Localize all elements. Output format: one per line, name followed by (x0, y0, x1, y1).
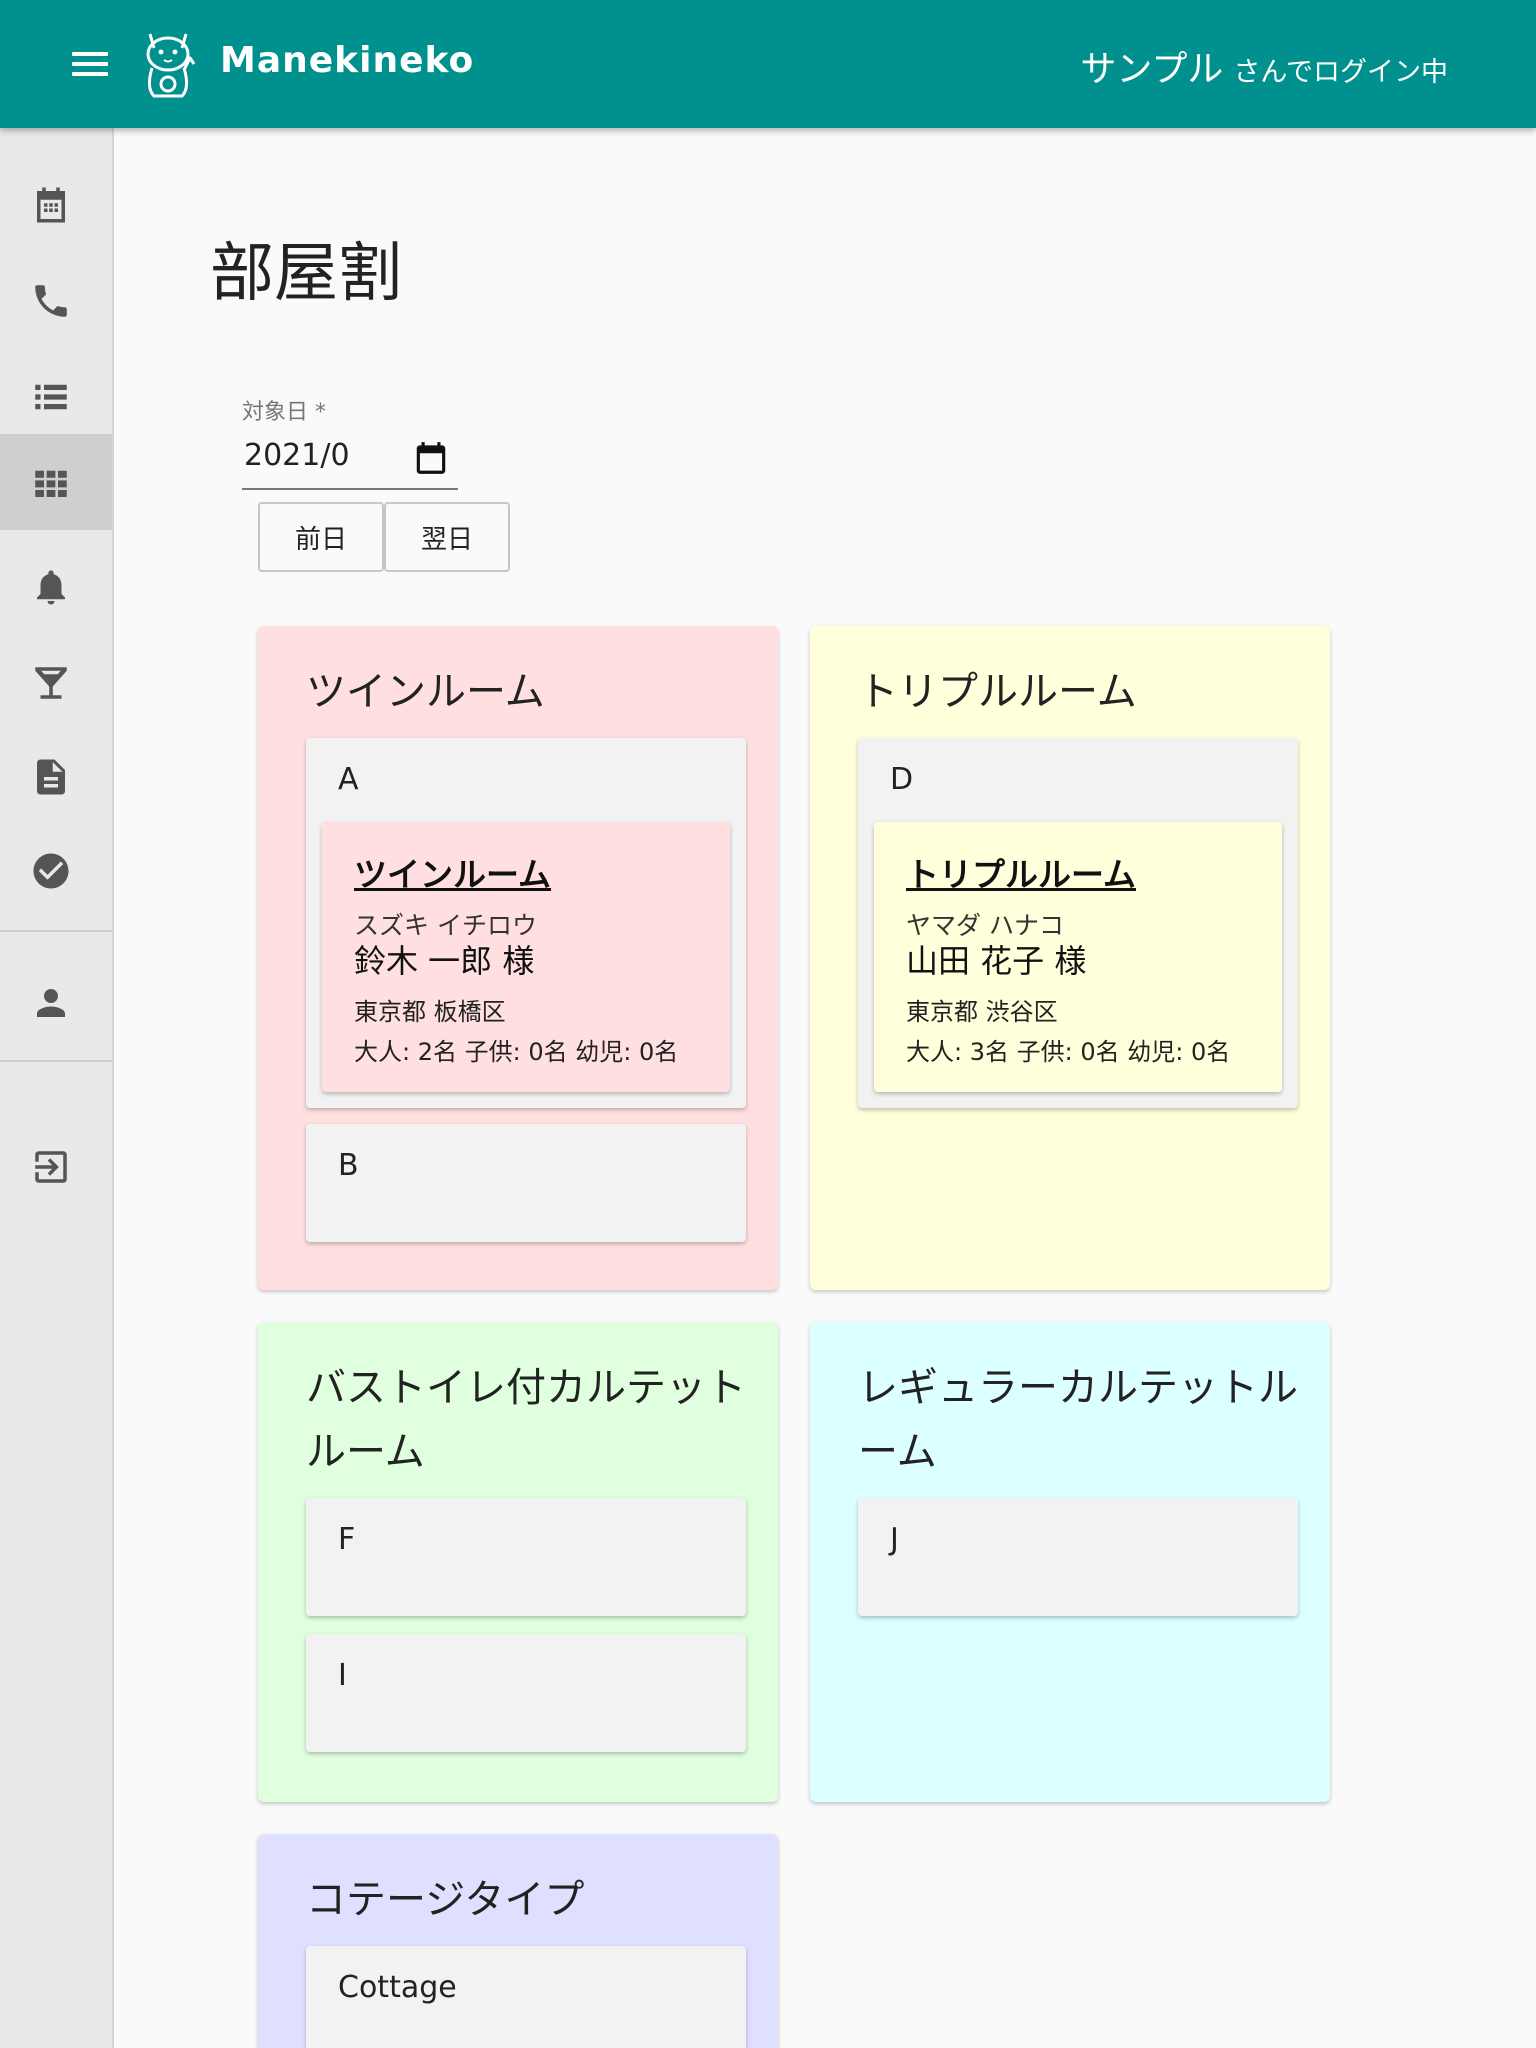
room-card[interactable]: J (858, 1498, 1298, 1616)
sidebar-item-checked[interactable] (0, 822, 112, 918)
room-type-card: バストイレ付カルテットルーム F I (258, 1322, 778, 1802)
room-type-title: コテージタイプ (306, 1877, 585, 1923)
room-card[interactable]: F (306, 1498, 746, 1616)
login-suffix: さんでログイン中 (1233, 57, 1448, 88)
sidebar-item-logout[interactable] (0, 1118, 112, 1214)
bell-icon (37, 570, 65, 605)
booking-plan-link[interactable]: トリプルルーム (906, 848, 1136, 896)
guest-name: 山田 花子 様 (906, 942, 1087, 980)
room-type-card: レギュラーカルテットルーム J (810, 1322, 1330, 1802)
room-label: B (338, 1148, 359, 1183)
maneki-neko-logo-icon (146, 33, 196, 98)
room-label: A (338, 762, 359, 797)
booking-plan-link[interactable]: ツインルーム (354, 848, 551, 896)
booking-card[interactable]: ツインルーム スズキ イチロウ 鈴木 一郎 様 東京都 板橋区 大人: 2名 子… (322, 822, 730, 1092)
calendar-icon (37, 187, 65, 223)
sidebar-item-documents[interactable] (0, 728, 112, 824)
sidebar-item-room-assignment[interactable] (0, 434, 112, 530)
room-label: J (890, 1522, 899, 1557)
date-value: 2021/0 (244, 438, 350, 473)
room-card: D トリプルルーム ヤマダ ハナコ 山田 花子 様 東京都 渋谷区 大人: 3名… (858, 738, 1298, 1108)
sidebar-item-bar[interactable] (0, 634, 112, 730)
room-type-title: トリプルルーム (858, 669, 1137, 715)
person-icon (37, 989, 65, 1017)
sidebar-divider (0, 930, 112, 932)
room-label: I (338, 1658, 347, 1693)
sidebar-item-phone[interactable] (0, 252, 112, 348)
room-label: F (338, 1522, 356, 1557)
user-name: サンプル (1080, 49, 1224, 90)
menu-icon[interactable] (64, 42, 116, 86)
room-label: Cottage (338, 1970, 457, 2005)
guest-counts: 大人: 2名 子供: 0名 幼児: 0名 (354, 1038, 679, 1066)
sidebar-divider (0, 1060, 112, 1062)
room-type-title: レギュラーカルテットルーム (858, 1365, 1298, 1475)
document-icon (37, 759, 65, 795)
date-label: 対象日 * (242, 400, 326, 425)
guest-counts: 大人: 3名 子供: 0名 幼児: 0名 (906, 1038, 1231, 1066)
guest-address: 東京都 渋谷区 (906, 998, 1058, 1026)
room-type-card: トリプルルーム D トリプルルーム ヤマダ ハナコ 山田 花子 様 東京都 渋谷… (810, 626, 1330, 1290)
guest-address: 東京都 板橋区 (354, 998, 506, 1026)
next-day-button[interactable]: 翌日 (384, 502, 510, 572)
room-type-card: ツインルーム A ツインルーム スズキ イチロウ 鈴木 一郎 様 東京都 板橋区… (258, 626, 778, 1290)
sidebar-item-calendar[interactable] (0, 156, 112, 252)
room-card[interactable]: B (306, 1124, 746, 1242)
logout-icon (35, 1151, 67, 1183)
target-date-input[interactable]: 2021/0 (242, 428, 458, 490)
room-card[interactable]: I (306, 1634, 746, 1752)
check-circle-icon (33, 853, 69, 889)
booking-card[interactable]: トリプルルーム ヤマダ ハナコ 山田 花子 様 東京都 渋谷区 大人: 3名 子… (874, 822, 1282, 1092)
guest-name: 鈴木 一郎 様 (354, 942, 535, 980)
phone-icon (35, 285, 67, 317)
room-type-title: ツインルーム (306, 669, 545, 715)
sidebar-item-list[interactable] (0, 348, 112, 444)
prev-day-button[interactable]: 前日 (258, 502, 384, 572)
sidebar-item-notifications[interactable] (0, 538, 112, 634)
sidebar (0, 128, 114, 2048)
calendar-picker-icon[interactable] (412, 438, 450, 478)
room-type-card: コテージタイプ Cottage (258, 1834, 778, 2048)
cocktail-icon (35, 667, 67, 699)
login-status: サンプル さんでログイン中 (1080, 40, 1448, 92)
list-icon (35, 384, 67, 410)
grid-icon (35, 470, 67, 497)
sidebar-item-account[interactable] (0, 954, 112, 1050)
room-label: D (890, 762, 914, 797)
app-bar: Manekineko サンプル さんでログイン中 (0, 0, 1536, 128)
room-card: A ツインルーム スズキ イチロウ 鈴木 一郎 様 東京都 板橋区 大人: 2名… (306, 738, 746, 1108)
room-card[interactable]: Cottage (306, 1946, 746, 2048)
room-type-title: バストイレ付カルテットルーム (306, 1365, 746, 1475)
page-title: 部屋割 (210, 237, 402, 311)
brand-name: Manekineko (220, 40, 475, 81)
